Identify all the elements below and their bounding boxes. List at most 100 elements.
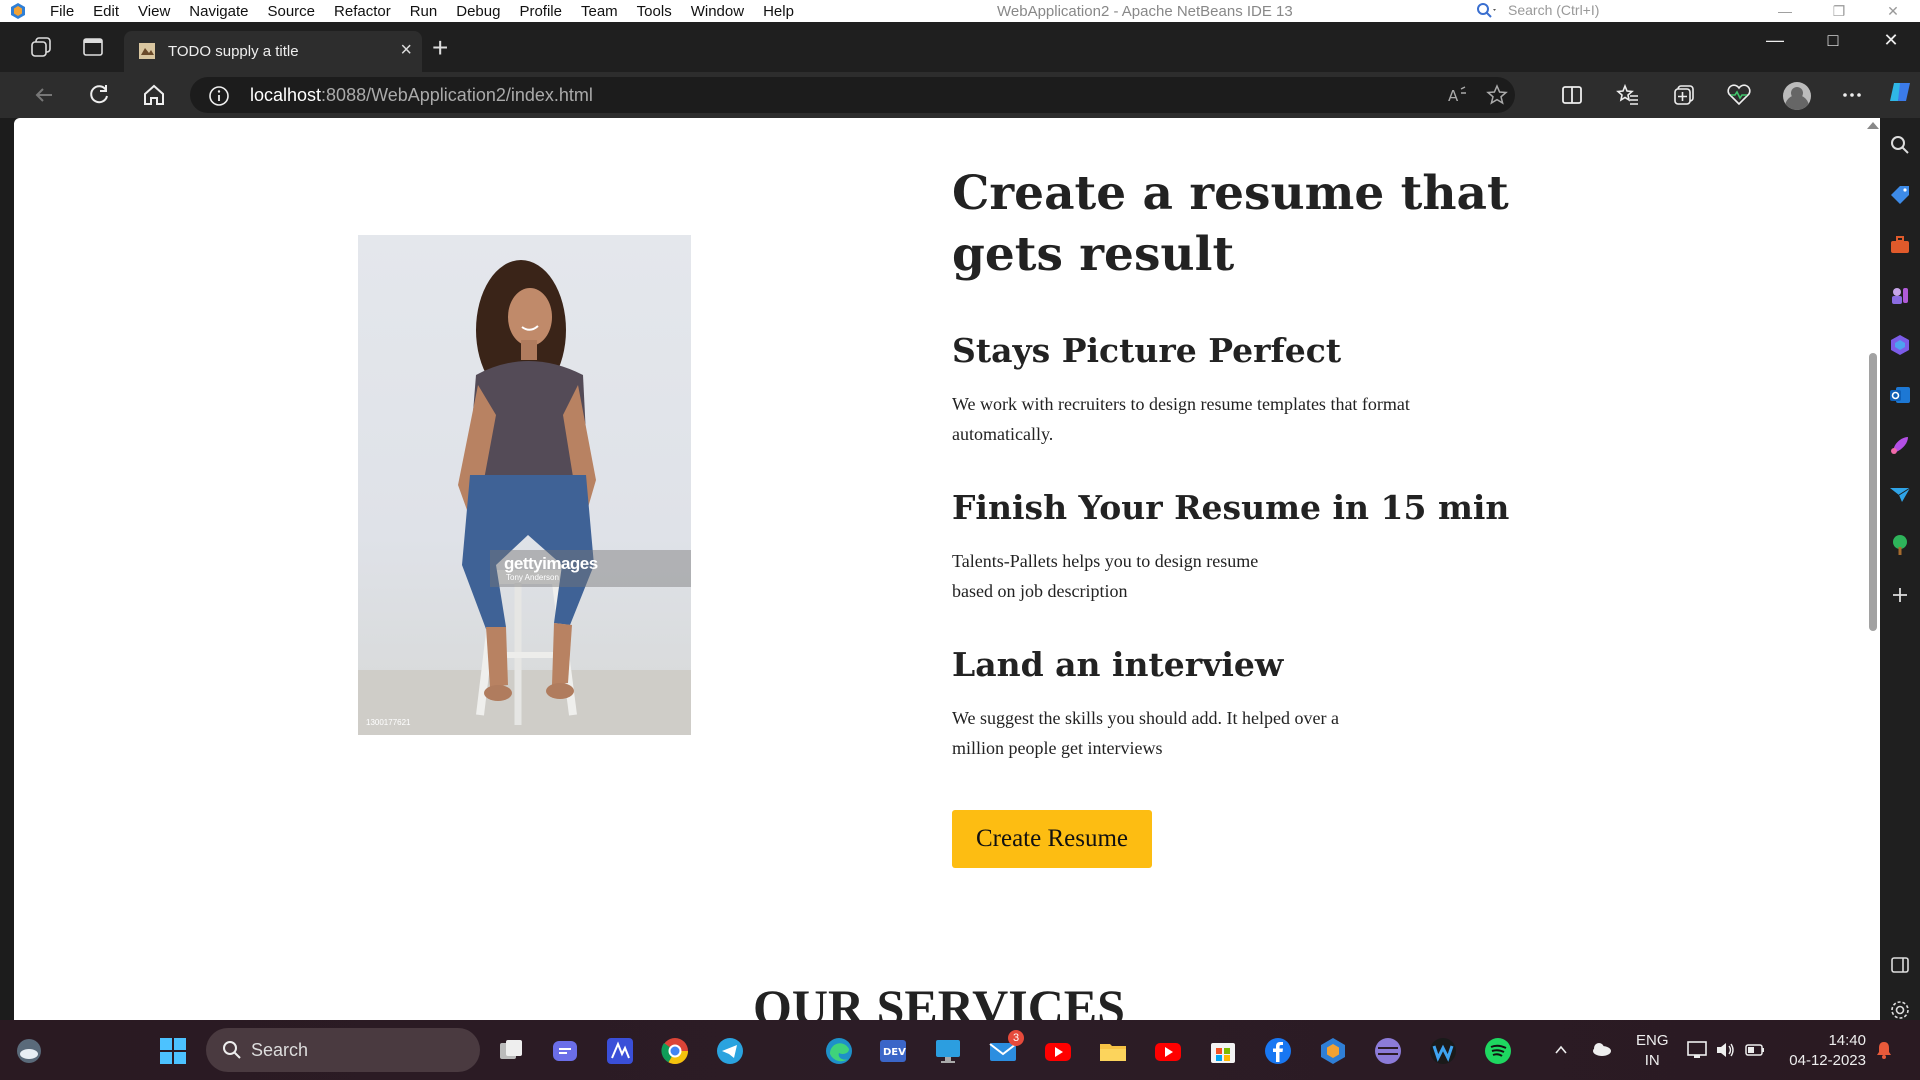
onedrive-icon[interactable] — [1590, 1040, 1612, 1058]
hero-photo: gettyimages Tony Anderson 1300177621 — [358, 235, 691, 735]
tree-icon[interactable] — [1888, 533, 1912, 557]
feature-text: Talents-Pallets helps you to design resu… — [952, 546, 1592, 606]
page-scrollbar[interactable] — [1864, 118, 1880, 1020]
file-explorer-icon[interactable] — [1098, 1036, 1128, 1066]
site-info-icon[interactable] — [208, 85, 230, 107]
games-icon[interactable] — [1888, 283, 1912, 307]
telegram-icon[interactable] — [715, 1036, 745, 1066]
tab-actions-icon[interactable] — [81, 35, 105, 59]
volume-icon[interactable] — [1714, 1039, 1736, 1061]
taskbar-search-box[interactable]: Search — [206, 1028, 480, 1072]
clock[interactable]: 14:40 04-12-2023 — [1780, 1031, 1866, 1071]
browser-essentials-icon[interactable] — [1725, 81, 1753, 109]
split-screen-icon[interactable] — [1558, 81, 1586, 109]
feature-text: We suggest the skills you should add. It… — [952, 703, 1592, 763]
favorite-star-icon[interactable] — [1486, 84, 1508, 106]
create-resume-button[interactable]: Create Resume — [952, 810, 1152, 868]
nb-close-icon[interactable]: ✕ — [1866, 0, 1920, 22]
read-aloud-icon[interactable]: A — [1446, 84, 1468, 106]
nb-restore-icon[interactable]: ❐ — [1812, 0, 1866, 22]
scroll-up-arrow-icon[interactable] — [1867, 122, 1879, 129]
tab-favicon-icon — [139, 43, 155, 59]
menu-window[interactable]: Window — [691, 3, 744, 20]
feature-text-line: Talents-Pallets helps you to design resu… — [952, 551, 1259, 571]
webex-icon[interactable] — [1428, 1036, 1458, 1066]
menu-edit[interactable]: Edit — [93, 3, 119, 20]
nb-minimize-icon[interactable]: — — [1758, 0, 1812, 22]
refresh-icon[interactable] — [85, 81, 113, 109]
image-id: 1300177621 — [366, 718, 411, 727]
menu-file[interactable]: File — [50, 3, 74, 20]
menu-tools[interactable]: Tools — [637, 3, 672, 20]
sidebar-settings-icon[interactable] — [1888, 998, 1912, 1022]
edge-icon[interactable] — [824, 1036, 854, 1066]
menu-team[interactable]: Team — [581, 3, 618, 20]
sidebar-search-icon[interactable] — [1888, 133, 1912, 157]
windows-start-icon[interactable] — [158, 1036, 188, 1066]
taskbar-search-icon — [223, 1041, 241, 1059]
tab-close-icon[interactable]: × — [400, 39, 412, 62]
collections-icon[interactable] — [1670, 81, 1698, 109]
menu-source[interactable]: Source — [267, 3, 315, 20]
feature-text-line: We suggest the skills you should add. It… — [952, 708, 1339, 728]
browser-toolbar: localhost:8088/WebApplication2/index.htm… — [0, 72, 1920, 118]
address-bar[interactable]: localhost:8088/WebApplication2/index.htm… — [190, 77, 1515, 113]
microsoft-store-icon[interactable] — [1208, 1036, 1238, 1066]
designer-icon[interactable] — [1888, 433, 1912, 457]
facebook-icon[interactable] — [1263, 1036, 1293, 1066]
home-icon[interactable] — [140, 81, 168, 109]
send-icon[interactable] — [1888, 483, 1912, 507]
netbeans-taskbar-icon[interactable] — [1318, 1036, 1348, 1066]
language-code: ENG — [1636, 1032, 1669, 1049]
hide-sidebar-icon[interactable] — [1888, 953, 1912, 977]
teams-chat-icon[interactable] — [550, 1036, 580, 1066]
netbeans-search-box[interactable]: Search (Ctrl+I) — [1476, 2, 1752, 20]
app-icon-blue[interactable] — [605, 1036, 635, 1066]
weather-icon[interactable] — [14, 1036, 44, 1066]
chrome-icon[interactable] — [660, 1036, 690, 1066]
feature-text-line: million people get interviews — [952, 738, 1163, 758]
office-icon[interactable] — [1888, 333, 1912, 357]
feature-text: We work with recruiters to design resume… — [952, 389, 1592, 449]
menu-navigate[interactable]: Navigate — [189, 3, 248, 20]
show-hidden-icons-icon[interactable] — [1553, 1042, 1569, 1058]
outlook-icon[interactable] — [1888, 383, 1912, 407]
menu-help[interactable]: Help — [763, 3, 794, 20]
profile-avatar[interactable] — [1783, 82, 1811, 110]
menu-run[interactable]: Run — [410, 3, 438, 20]
menu-profile[interactable]: Profile — [519, 3, 562, 20]
copilot-icon[interactable] — [1888, 80, 1912, 104]
shopping-tag-icon[interactable] — [1888, 183, 1912, 207]
close-icon[interactable]: ✕ — [1862, 22, 1920, 58]
add-sidebar-app-icon[interactable] — [1888, 583, 1912, 607]
favorites-icon[interactable] — [1614, 81, 1642, 109]
language-indicator[interactable]: ENG IN — [1636, 1031, 1669, 1071]
battery-icon[interactable] — [1744, 1040, 1766, 1060]
menu-refactor[interactable]: Refactor — [334, 3, 391, 20]
hero-content: Create a resume that gets result Stays P… — [952, 163, 1592, 763]
youtube-app-icon[interactable] — [1153, 1036, 1183, 1066]
task-view-icon[interactable] — [496, 1036, 526, 1066]
youtube-icon[interactable] — [1043, 1036, 1073, 1066]
language-region: IN — [1644, 1052, 1660, 1069]
new-tab-icon[interactable]: + — [432, 32, 448, 64]
eclipse-icon[interactable] — [1373, 1036, 1403, 1066]
more-options-icon[interactable] — [1838, 81, 1866, 109]
scrollbar-thumb[interactable] — [1869, 353, 1877, 631]
tab-active[interactable]: TODO supply a title × — [124, 31, 422, 72]
spotify-icon[interactable] — [1483, 1036, 1513, 1066]
maximize-icon[interactable]: □ — [1804, 22, 1862, 58]
remote-desktop-icon[interactable] — [933, 1036, 963, 1066]
workspaces-icon[interactable] — [29, 35, 53, 59]
minimize-icon[interactable]: — — [1746, 22, 1804, 58]
notifications-bell-icon[interactable] — [1874, 1040, 1894, 1060]
dev-icon[interactable]: DEV — [878, 1036, 908, 1066]
back-icon[interactable] — [30, 81, 58, 109]
edge-sidebar — [1880, 83, 1920, 1022]
tools-briefcase-icon[interactable] — [1888, 233, 1912, 257]
feature-block: Stays Picture Perfect We work with recru… — [952, 329, 1592, 449]
network-icon[interactable] — [1686, 1039, 1708, 1061]
menu-debug[interactable]: Debug — [456, 3, 500, 20]
menu-view[interactable]: View — [138, 3, 170, 20]
netbeans-window-controls: — ❐ ✕ — [1758, 0, 1920, 22]
